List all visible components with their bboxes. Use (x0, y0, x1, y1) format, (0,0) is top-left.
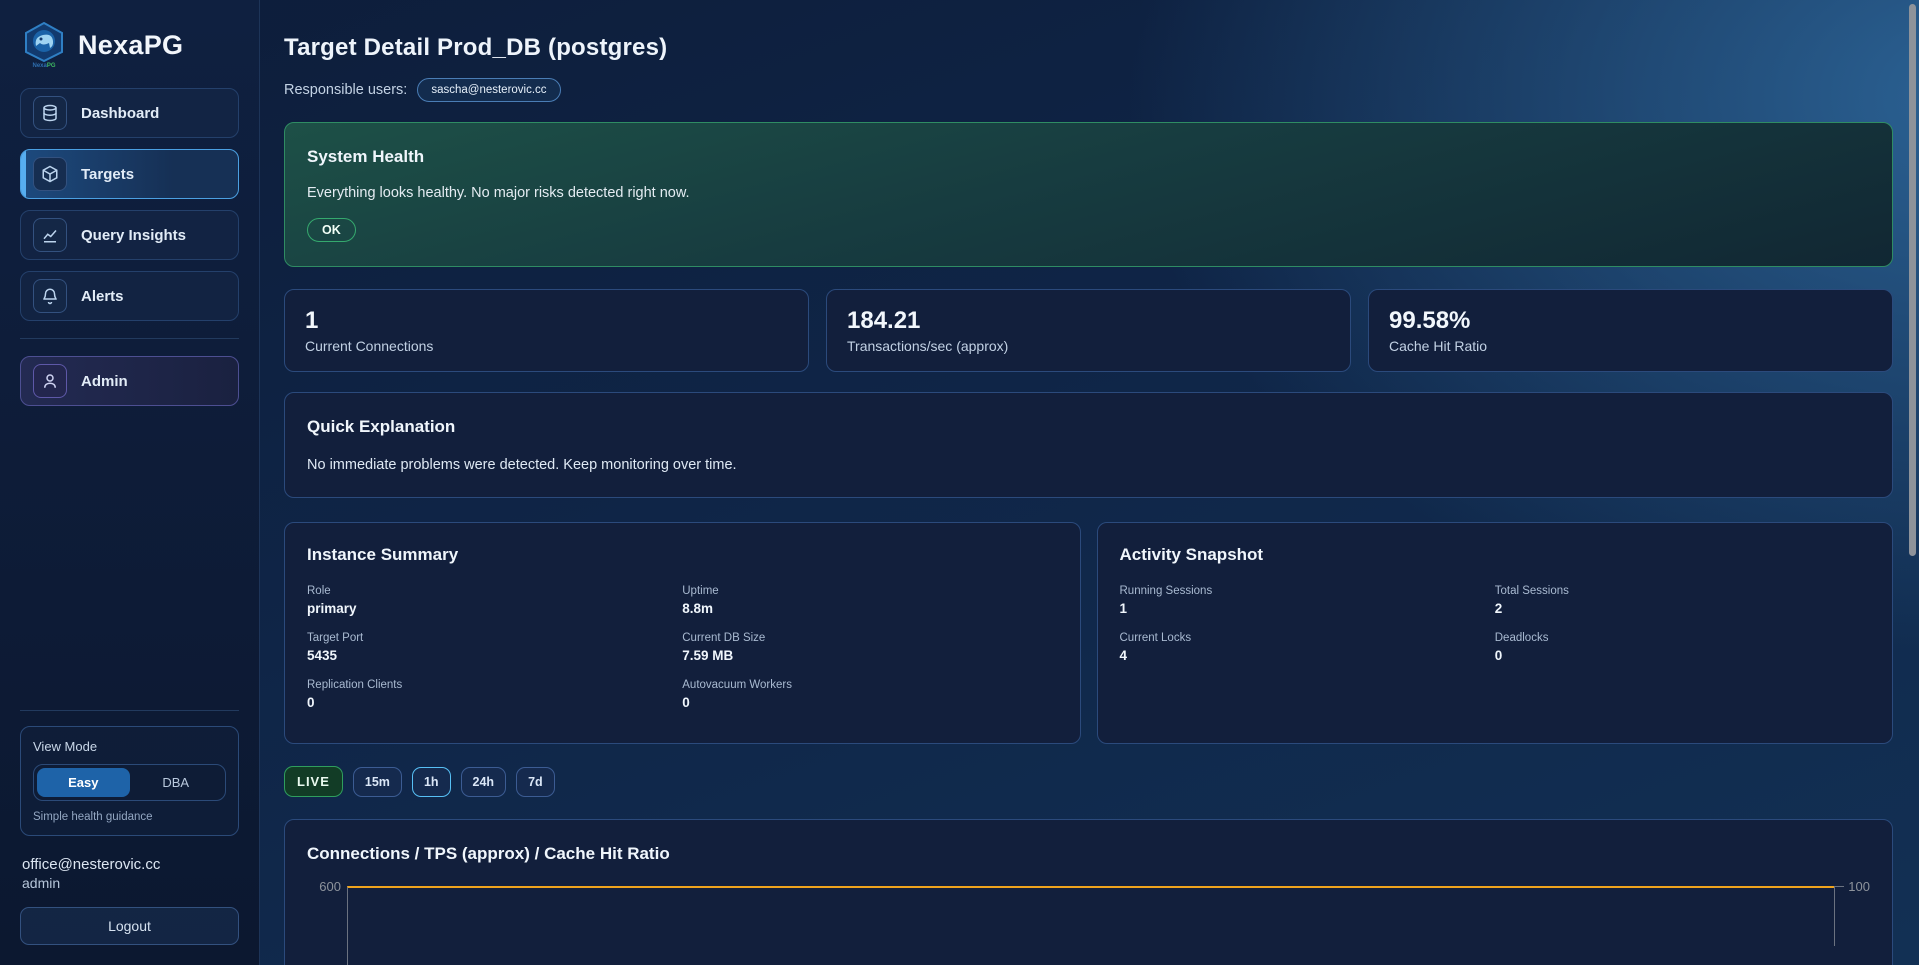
nexapg-logo-icon: NexaPG (22, 22, 66, 68)
activity-snapshot-fields: Running Sessions 1 Total Sessions 2 Curr… (1120, 585, 1871, 663)
range-button-15m[interactable]: 15m (353, 767, 402, 797)
live-badge[interactable]: LIVE (284, 766, 343, 797)
sidebar-item-admin[interactable]: Admin (20, 356, 239, 406)
metric-card-connections: 1 Current Connections (284, 289, 809, 372)
view-mode-toggle: Easy DBA (33, 764, 226, 801)
field-role: Role primary (307, 585, 682, 616)
brand: NexaPG NexaPG (20, 18, 239, 88)
left-axis-top-tick: 600 (307, 879, 347, 965)
metric-card-tps: 184.21 Transactions/sec (approx) (826, 289, 1351, 372)
sidebar: NexaPG NexaPG Dashboard Targets (0, 0, 260, 965)
quick-explanation-message: No immediate problems were detected. Kee… (307, 457, 1870, 473)
responsible-users-label: Responsible users: (284, 82, 407, 98)
time-range-controls: LIVE 15m 1h 24h 7d (284, 766, 1893, 797)
responsible-users-row: Responsible users: sascha@nesterovic.cc (284, 78, 1893, 102)
metrics-row: 1 Current Connections 184.21 Transaction… (284, 289, 1893, 372)
chart-icon (33, 218, 67, 252)
range-button-7d[interactable]: 7d (516, 767, 555, 797)
chart-title: Connections / TPS (approx) / Cache Hit R… (307, 844, 1870, 864)
sidebar-item-label: Alerts (81, 288, 124, 305)
sidebar-divider (20, 338, 239, 339)
responsible-user-badge[interactable]: sascha@nesterovic.cc (417, 78, 560, 102)
cube-icon (33, 157, 67, 191)
logout-button[interactable]: Logout (20, 907, 239, 945)
metric-card-cache-hit: 99.58% Cache Hit Ratio (1368, 289, 1893, 372)
quick-explanation-card: Quick Explanation No immediate problems … (284, 392, 1893, 498)
sidebar-item-dashboard[interactable]: Dashboard (20, 88, 239, 138)
user-email: office@nesterovic.cc (22, 856, 237, 873)
scrollbar-track[interactable] (1906, 0, 1919, 965)
field-replication-clients: Replication Clients 0 (307, 679, 682, 710)
health-status-badge: OK (307, 218, 356, 242)
right-axis: 100 (1834, 886, 1870, 965)
user-role: admin (22, 875, 237, 891)
sidebar-item-targets[interactable]: Targets (20, 149, 239, 199)
logo-wordmark: NexaPG (22, 63, 66, 69)
range-button-1h[interactable]: 1h (412, 767, 451, 797)
field-total-sessions: Total Sessions 2 (1495, 585, 1870, 616)
right-axis-tick (1834, 886, 1844, 946)
quick-explanation-title: Quick Explanation (307, 417, 1870, 437)
summary-row: Instance Summary Role primary Uptime 8.8… (284, 522, 1893, 744)
field-deadlocks: Deadlocks 0 (1495, 632, 1870, 663)
field-target-port: Target Port 5435 (307, 632, 682, 663)
instance-summary-fields: Role primary Uptime 8.8m Target Port 543… (307, 585, 1058, 710)
system-health-card: System Health Everything looks healthy. … (284, 122, 1893, 267)
main-content: Target Detail Prod_DB (postgres) Respons… (260, 0, 1919, 965)
field-uptime: Uptime 8.8m (682, 585, 1057, 616)
metric-label: Cache Hit Ratio (1389, 338, 1872, 354)
activity-snapshot-title: Activity Snapshot (1120, 545, 1871, 565)
view-mode-panel: View Mode Easy DBA Simple health guidanc… (20, 726, 239, 836)
range-button-24h[interactable]: 24h (461, 767, 507, 797)
scrollbar-thumb[interactable] (1909, 4, 1916, 556)
sidebar-item-label: Targets (81, 166, 134, 183)
sidebar-item-label: Dashboard (81, 105, 159, 122)
system-health-title: System Health (307, 147, 1870, 167)
chart-plot-area (347, 886, 1834, 965)
instance-summary-card: Instance Summary Role primary Uptime 8.8… (284, 522, 1081, 744)
metric-value: 184.21 (847, 307, 1330, 335)
view-mode-hint: Simple health guidance (33, 811, 226, 823)
user-icon (33, 364, 67, 398)
chart-plot: 600 100 (307, 886, 1870, 965)
view-mode-title: View Mode (33, 739, 226, 754)
right-axis-top-tick: 100 (1844, 879, 1870, 965)
metric-value: 1 (305, 307, 788, 335)
metric-label: Transactions/sec (approx) (847, 338, 1330, 354)
field-db-size: Current DB Size 7.59 MB (682, 632, 1057, 663)
metric-label: Current Connections (305, 338, 788, 354)
page-title: Target Detail Prod_DB (postgres) (284, 34, 1893, 62)
sidebar-item-alerts[interactable]: Alerts (20, 271, 239, 321)
database-icon (33, 96, 67, 130)
app-window: NexaPG NexaPG Dashboard Targets (0, 0, 1919, 965)
field-running-sessions: Running Sessions 1 (1120, 585, 1495, 616)
activity-snapshot-card: Activity Snapshot Running Sessions 1 Tot… (1097, 522, 1894, 744)
field-autovacuum-workers: Autovacuum Workers 0 (682, 679, 1057, 710)
bell-icon (33, 279, 67, 313)
system-health-message: Everything looks healthy. No major risks… (307, 185, 1870, 201)
instance-summary-title: Instance Summary (307, 545, 1058, 565)
sidebar-item-label: Query Insights (81, 227, 186, 244)
sidebar-item-label: Admin (81, 373, 128, 390)
sidebar-spacer (20, 417, 239, 710)
metric-value: 99.58% (1389, 307, 1872, 335)
sidebar-divider (20, 710, 239, 711)
view-mode-dba-button[interactable]: DBA (130, 768, 223, 797)
field-current-locks: Current Locks 4 (1120, 632, 1495, 663)
view-mode-easy-button[interactable]: Easy (37, 768, 130, 797)
app-title: NexaPG (78, 30, 183, 61)
sidebar-item-query-insights[interactable]: Query Insights (20, 210, 239, 260)
chart-card: Connections / TPS (approx) / Cache Hit R… (284, 819, 1893, 965)
